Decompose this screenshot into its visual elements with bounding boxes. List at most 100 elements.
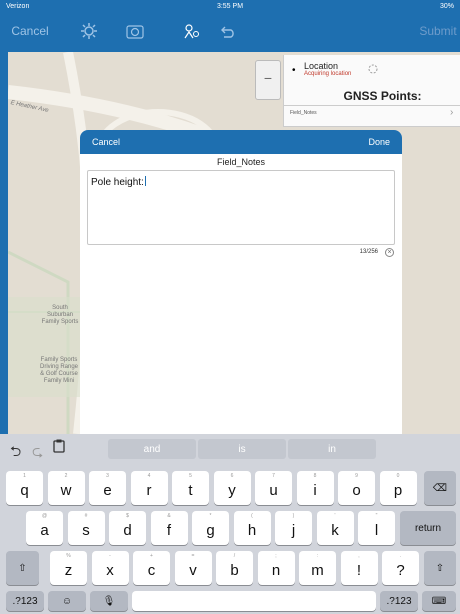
numbers-key-right[interactable]: .?123 [380, 591, 418, 611]
clear-icon[interactable]: × [385, 248, 394, 257]
key-label: ? [396, 562, 405, 579]
backspace-key[interactable]: ⌫ [424, 471, 456, 505]
key-secondary-label: + [150, 553, 153, 559]
camera-icon[interactable] [124, 20, 146, 42]
key-label: q [20, 482, 29, 499]
key-secondary-label: 5 [189, 473, 192, 479]
key-p[interactable]: 0p [379, 471, 417, 505]
key-label: y [228, 482, 236, 499]
gear-icon[interactable] [78, 20, 100, 42]
suggestion-3[interactable]: in [288, 439, 376, 459]
key-c[interactable]: + c [133, 551, 170, 585]
dialog-done-button[interactable]: Done [368, 137, 390, 147]
key-l[interactable]: " l [358, 511, 395, 545]
cancel-button[interactable]: Cancel [10, 20, 50, 42]
side-panel: • Location Acquiring location GNSS Point… [283, 55, 460, 127]
chevron-right-icon[interactable]: › [450, 107, 453, 118]
numbers-key-left[interactable]: .?123 [6, 591, 44, 611]
key-s[interactable]: # s [67, 511, 105, 545]
key-b[interactable]: / b [216, 551, 253, 585]
place-label-golf: Family Sports Driving Range & Golf Cours… [39, 357, 79, 384]
key-secondary-label: " [375, 513, 378, 519]
space-key[interactable] [132, 591, 376, 611]
return-key[interactable]: return [400, 511, 456, 545]
submit-button[interactable]: Submit [418, 20, 458, 42]
key-r[interactable]: 4r [130, 471, 168, 505]
key-secondary-label: 2 [64, 473, 68, 479]
key-x[interactable]: -x [91, 551, 129, 585]
key-label: p [393, 482, 403, 499]
microphone-key[interactable]: 🎙 [90, 591, 128, 611]
key-m[interactable]: :m [299, 551, 336, 585]
redo-key-icon[interactable]: ⮎ [32, 441, 43, 465]
suggestion-1[interactable]: and [108, 439, 196, 459]
key-label: .?123 [386, 595, 412, 607]
key-secondary-label: 3 [106, 473, 109, 479]
key-exclaim[interactable]: ,! [340, 551, 378, 585]
undo-icon[interactable] [216, 20, 238, 42]
shift-key-right[interactable]: ⇧ [424, 551, 456, 585]
key-j[interactable]: ) j [275, 511, 312, 545]
key-f[interactable]: & f [150, 511, 188, 545]
key-label: m [311, 562, 324, 579]
key-label: e [103, 482, 112, 499]
key-u[interactable]: 7u [255, 471, 292, 505]
key-label: r [146, 482, 152, 499]
key-secondary-label: ' [334, 513, 336, 519]
location-icon[interactable] [180, 20, 202, 42]
key-label: a [40, 522, 49, 539]
key-w[interactable]: 2w [47, 471, 85, 505]
location-bullet: • [292, 65, 296, 76]
key-n[interactable]: ; n [257, 551, 295, 585]
key-q[interactable]: 1q [6, 471, 43, 505]
key-label: s [82, 522, 90, 539]
key-label: g [206, 522, 215, 539]
dialog-header: Cancel Done [80, 130, 402, 154]
field-notes-row-label[interactable]: Field_Notes [290, 110, 317, 116]
hide-keyboard-key[interactable]: ⌨ [422, 591, 456, 611]
keyboard: ⮌ ⮎ and is in 1 q 2 w 3 e 4 r 5 t 6 y 7 u 8 i 9 o 0 p ⌫ @ a # s $… [0, 434, 460, 614]
key-d[interactable]: $ d [109, 511, 146, 545]
key-h[interactable]: (h [233, 511, 271, 545]
divider [284, 105, 460, 106]
key-v[interactable]: = v [174, 551, 212, 585]
key-label: h [247, 522, 257, 539]
shift-key-left[interactable]: ⇧ [6, 551, 39, 585]
key-label: o [352, 482, 361, 499]
app-screen: { "status": {"carrier":"Verizon","time":… [0, 0, 460, 614]
zoom-out-button[interactable]: − [255, 60, 281, 100]
key-k[interactable]: ' k [316, 511, 354, 545]
key-label: ⇧ [435, 562, 445, 574]
key-g[interactable]: * g [192, 511, 229, 545]
dialog-cancel-button[interactable]: Cancel [92, 137, 120, 147]
key-secondary-label: 1 [23, 473, 26, 479]
key-i[interactable]: 8i [296, 471, 334, 505]
key-secondary-label: 8 [313, 473, 317, 479]
field-notes-dialog: Cancel Done Field_Notes Pole height: 13/… [80, 130, 402, 434]
key-secondary-label: ; [275, 553, 277, 559]
field-notes-textarea[interactable]: Pole height: [87, 170, 395, 245]
dialog-title: Field_Notes [216, 157, 266, 167]
key-a[interactable]: @ a [26, 511, 63, 545]
key-label: v [189, 562, 197, 579]
spinner-icon [368, 61, 378, 74]
clock: 3:55 PM [216, 2, 244, 10]
paste-icon[interactable] [53, 439, 65, 456]
textarea-value: Pole height: [91, 177, 144, 188]
key-e[interactable]: 3e [89, 471, 126, 505]
key-label: ⇧ [18, 562, 27, 574]
key-z[interactable]: % z [50, 551, 87, 585]
key-label: ⌫ [432, 482, 448, 494]
key-label: u [269, 482, 278, 499]
undo-key-icon[interactable]: ⮌ [10, 441, 21, 465]
suggestion-2[interactable]: is [198, 439, 286, 459]
key-label: ⌨ [431, 595, 447, 607]
key-question[interactable]: .? [382, 551, 419, 585]
key-o[interactable]: 9o [338, 471, 375, 505]
key-t[interactable]: 5t [172, 471, 209, 505]
key-y[interactable]: 6y [213, 471, 251, 505]
key-label: ☺ [61, 595, 73, 607]
key-secondary-label: . [399, 553, 402, 559]
key-label: t [188, 482, 193, 499]
emoji-key[interactable]: ☺ [48, 591, 86, 611]
